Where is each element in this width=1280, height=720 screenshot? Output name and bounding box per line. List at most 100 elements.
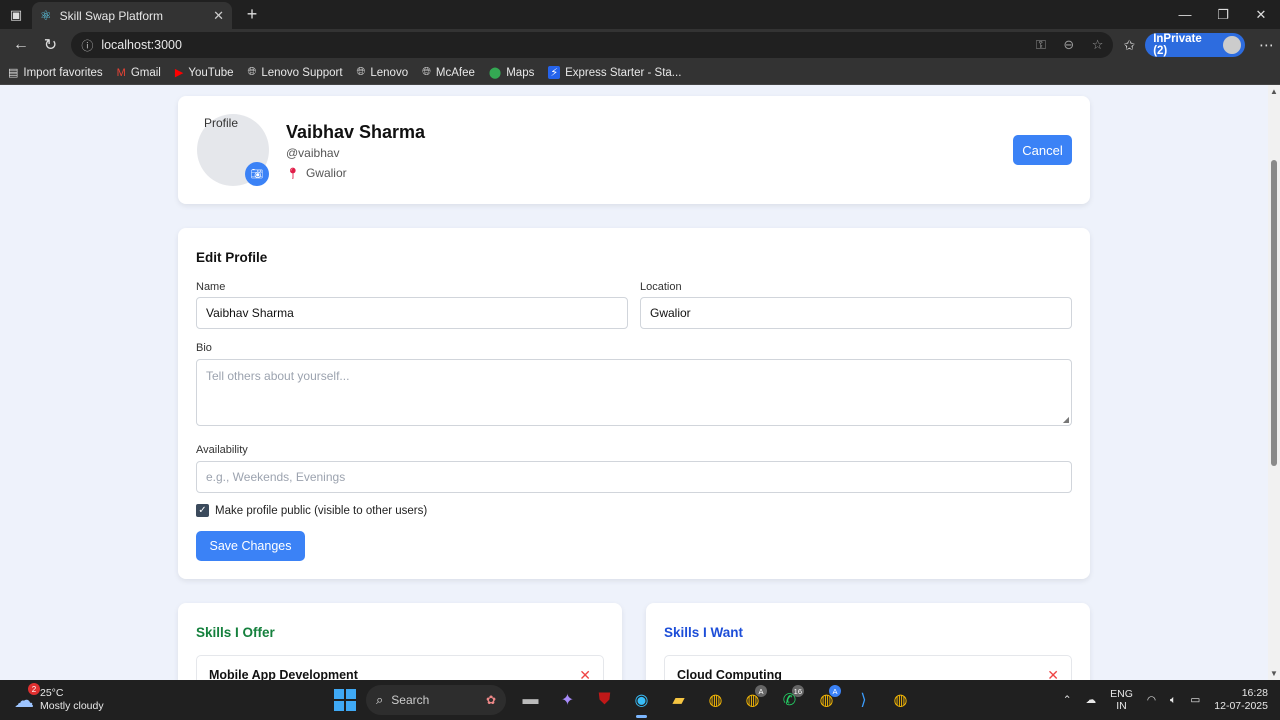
address-bar-row: ← ↻ ⓘ localhost:3000 ⚿ ⊖ ☆ ✩ InPrivate (…: [0, 29, 1280, 61]
vscode-icon[interactable]: ⟩: [845, 680, 882, 720]
weather-temp: 25°C: [40, 687, 64, 699]
chrome-profile-3-icon[interactable]: ◍: [882, 680, 919, 720]
browser-tab-bar: ▣ ⚛ Skill Swap Platform ✕ + — ❐ ✕: [0, 0, 1280, 29]
skill-want-name: Cloud Computing: [677, 668, 782, 680]
skill-offer-item: Mobile App Development ✕: [196, 655, 604, 680]
chrome-icon[interactable]: ◍: [697, 680, 734, 720]
avatar-alt-text: Profile: [204, 116, 239, 130]
taskbar-search[interactable]: ⌕ Search ✿: [366, 685, 506, 715]
import-icon: ▤: [8, 67, 19, 79]
new-tab-icon[interactable]: +: [238, 4, 266, 25]
key-icon[interactable]: ⚿: [1036, 37, 1046, 52]
chrome-profile-icon[interactable]: ◍ A: [734, 680, 771, 720]
volume-icon[interactable]: 🔈︎: [1170, 694, 1176, 707]
public-profile-label: Make profile public (visible to other us…: [215, 504, 428, 517]
inprivate-button[interactable]: InPrivate (2): [1145, 33, 1245, 57]
minimize-icon[interactable]: —: [1166, 7, 1204, 23]
info-icon[interactable]: ⓘ: [81, 37, 93, 54]
chrome-profile-2-badge: A: [829, 685, 841, 697]
zoom-icon[interactable]: ⊖: [1063, 37, 1074, 52]
wifi-icon[interactable]: ◠: [1147, 694, 1156, 706]
search-highlight-icon: ✿: [485, 693, 496, 707]
onedrive-icon[interactable]: ☁: [1086, 694, 1097, 706]
bookmark-express-starter[interactable]: ⚡︎ Express Starter - Sta...: [548, 66, 681, 79]
skills-want-title: Skills I Want: [664, 625, 744, 640]
profile-header-card: Profile 📷︎ Vaibhav Sharma @vaibhav 📍︎ Gw…: [178, 96, 1090, 204]
scroll-up-icon[interactable]: ▲: [1270, 87, 1278, 96]
bookmark-import-favorites[interactable]: ▤ Import favorites: [8, 66, 103, 80]
weather-widget[interactable]: ☁ 2 25°C Mostly cloudy: [14, 683, 164, 713]
scroll-down-icon[interactable]: ▼: [1270, 669, 1278, 678]
resize-handle-icon[interactable]: ◢: [1063, 415, 1069, 424]
remove-skill-icon[interactable]: ✕: [579, 667, 591, 681]
battery-icon[interactable]: ▭: [1190, 694, 1200, 706]
location-input[interactable]: Gwalior: [640, 297, 1072, 329]
lightning-icon: ⚡︎: [548, 66, 561, 79]
inprivate-label: InPrivate (2): [1153, 33, 1202, 57]
favorites-icon[interactable]: ✩: [1123, 37, 1135, 54]
public-profile-option: ✓ Make profile public (visible to other …: [196, 504, 427, 517]
remove-skill-icon[interactable]: ✕: [1047, 667, 1059, 681]
edit-profile-card: Edit Profile Name Vaibhav Sharma Locatio…: [178, 228, 1090, 579]
windows-taskbar: ☁ 2 25°C Mostly cloudy ⌕ Search ✿ ▬ ✦ ⛊ …: [0, 680, 1280, 720]
chrome-profile-2-icon[interactable]: ◍ A: [808, 680, 845, 720]
clock[interactable]: 16:28 12-07-2025: [1214, 687, 1268, 713]
task-view-icon[interactable]: ▬: [512, 680, 549, 720]
location-label: Location: [640, 281, 682, 293]
skills-want-card: Skills I Want Cloud Computing ✕: [646, 603, 1090, 680]
name-label: Name: [196, 281, 226, 293]
edit-profile-title: Edit Profile: [196, 250, 268, 265]
language-indicator[interactable]: ENG IN: [1110, 688, 1133, 712]
bookmark-mcafee[interactable]: 🌐︎ McAfee: [422, 66, 475, 79]
bio-placeholder: Tell others about yourself...: [206, 369, 350, 383]
page-scrollbar[interactable]: ▲ ▼: [1268, 85, 1280, 680]
browser-tab[interactable]: ⚛ Skill Swap Platform ✕: [32, 2, 232, 29]
close-tab-icon[interactable]: ✕: [213, 8, 224, 24]
close-window-icon[interactable]: ✕: [1242, 7, 1280, 23]
scrollbar-thumb[interactable]: [1271, 160, 1277, 466]
copilot-icon[interactable]: ✦: [549, 680, 586, 720]
bookmark-gmail[interactable]: M Gmail: [117, 67, 161, 79]
bookmark-maps[interactable]: ⬤ Maps: [488, 66, 534, 80]
bookmark-lenovo[interactable]: 🌐︎ Lenovo: [357, 66, 409, 79]
globe-icon: 🌐︎: [247, 66, 257, 78]
skills-offer-title: Skills I Offer: [196, 625, 275, 640]
public-profile-checkbox[interactable]: ✓: [196, 504, 209, 517]
search-icon: ⌕: [376, 692, 384, 707]
mcafee-icon[interactable]: ⛊: [586, 680, 623, 720]
skill-want-item: Cloud Computing ✕: [664, 655, 1072, 680]
tab-actions-icon[interactable]: ▣: [0, 0, 32, 29]
system-tray: ⌃ ☁ ENG IN ◠ 🔈︎ ▭ 16:28 12-07-2025: [1049, 680, 1268, 720]
whatsapp-icon[interactable]: ✆ 16: [771, 680, 808, 720]
gmail-icon: M: [116, 66, 126, 79]
file-explorer-icon[interactable]: ▰: [660, 680, 697, 720]
save-changes-button[interactable]: Save Changes: [196, 531, 305, 561]
bookmark-lenovo-support[interactable]: 🌐︎ Lenovo Support: [248, 66, 343, 79]
favorite-star-icon[interactable]: ☆: [1092, 37, 1104, 52]
availability-input[interactable]: e.g., Weekends, Evenings: [196, 461, 1072, 493]
name-input[interactable]: Vaibhav Sharma: [196, 297, 628, 329]
cancel-button[interactable]: Cancel: [1013, 135, 1072, 165]
edge-icon[interactable]: ◉: [623, 680, 660, 720]
windows-start-icon[interactable]: [334, 689, 356, 711]
bio-label: Bio: [196, 342, 212, 354]
camera-icon[interactable]: 📷︎: [245, 162, 269, 186]
maximize-icon[interactable]: ❐: [1204, 7, 1242, 23]
maps-icon: ⬤: [488, 67, 502, 79]
more-menu-icon[interactable]: ⋯: [1259, 36, 1274, 54]
bookmark-youtube[interactable]: ▶ YouTube: [174, 66, 234, 80]
bio-textarea[interactable]: Tell others about yourself... ◢: [196, 359, 1072, 426]
address-bar[interactable]: ⓘ localhost:3000 ⚿ ⊖ ☆: [71, 32, 1114, 58]
show-hidden-icons[interactable]: ⌃: [1063, 694, 1072, 706]
back-icon[interactable]: ←: [6, 36, 36, 54]
refresh-icon[interactable]: ↻: [36, 35, 66, 55]
skill-offer-name: Mobile App Development: [209, 668, 358, 680]
taskbar-search-label: Search: [391, 693, 430, 707]
profile-location-text: Gwalior: [305, 166, 347, 180]
taskbar-apps: ⌕ Search ✿ ▬ ✦ ⛊ ◉ ▰ ◍ ◍ A ✆ 16 ◍ A ⟩ ◍: [334, 680, 919, 720]
youtube-icon: ▶: [174, 67, 184, 79]
weather-desc: Mostly cloudy: [40, 700, 104, 712]
bookmarks-bar: ▤ Import favorites M Gmail ▶ YouTube 🌐︎ Leno…: [0, 61, 1280, 85]
tab-title: Skill Swap Platform: [59, 8, 164, 23]
whatsapp-badge: 16: [791, 685, 804, 697]
